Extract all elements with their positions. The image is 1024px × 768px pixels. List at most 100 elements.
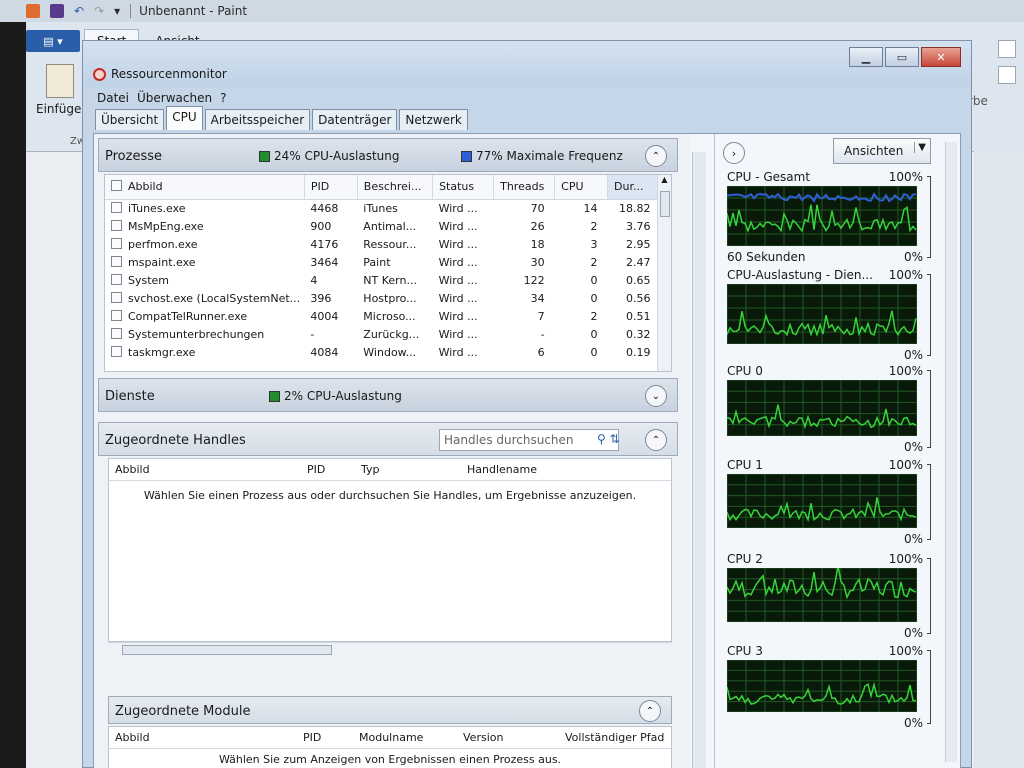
cpu-usage-text: 24% CPU-Auslastung xyxy=(274,149,400,163)
collapse-graphs-button[interactable]: › xyxy=(723,142,745,164)
close-button[interactable]: ✕ xyxy=(921,47,961,67)
graph-bracket xyxy=(927,274,931,356)
modules-column-path[interactable]: Vollständiger Pfad xyxy=(565,731,664,744)
table-row[interactable]: iTunes.exe 4468 iTunes Wird ... 70 14 18.82 xyxy=(105,199,661,217)
views-label: Ansichten xyxy=(844,144,904,158)
process-checkbox[interactable] xyxy=(111,345,122,357)
modules-column-module-name[interactable]: Modulname xyxy=(359,731,423,744)
table-row[interactable]: perfmon.exe 4176 Ressour... Wird ... 18 3 2.95 xyxy=(105,235,661,253)
table-row[interactable]: System 4 NT Kern... Wird ... 122 0 0.65 xyxy=(105,271,661,289)
color-swatch[interactable] xyxy=(998,66,1016,84)
tab-disk[interactable]: Datenträger xyxy=(312,109,398,130)
minimize-button[interactable]: ▁ xyxy=(849,47,883,67)
menu-monitor[interactable]: Überwachen xyxy=(137,91,212,105)
process-pid-cell: 4084 xyxy=(310,345,339,359)
paint-menu-button[interactable]: ▤ ▾ xyxy=(26,30,80,52)
process-checkbox[interactable] xyxy=(111,273,122,285)
modules-header[interactable]: Zugeordnete Module ⌃ xyxy=(108,696,672,724)
process-image-cell: System xyxy=(105,271,304,289)
search-icon[interactable]: ⚲ ⇅ xyxy=(597,432,620,446)
handles-header[interactable]: Zugeordnete Handles Handles durchsuchen … xyxy=(98,422,678,456)
handles-search-input[interactable]: Handles durchsuchen xyxy=(439,429,619,451)
column-header-image[interactable]: Abbild xyxy=(105,175,305,200)
modules-column-pid[interactable]: PID xyxy=(303,731,321,744)
handles-column-image[interactable]: Abbild xyxy=(115,463,150,476)
process-status-cell: Wird ... xyxy=(438,273,478,287)
process-checkbox[interactable] xyxy=(111,201,122,213)
process-description-cell: Ressour... xyxy=(363,237,417,251)
collapse-modules-button[interactable]: ⌃ xyxy=(639,700,661,722)
paint-side-area xyxy=(974,150,1024,768)
graph-min-label: 0% xyxy=(903,250,923,264)
handles-horizontal-scrollbar[interactable] xyxy=(108,642,672,656)
services-header[interactable]: Dienste 2% CPU-Auslastung ⌄ xyxy=(98,378,678,412)
process-cpu-cell: 0 xyxy=(590,291,598,305)
table-row[interactable]: mspaint.exe 3464 Paint Wird ... 30 2 2.47 xyxy=(105,253,661,271)
table-row[interactable]: MsMpEng.exe 900 Antimal... Wird ... 26 2 3.76 xyxy=(105,217,661,235)
paint-colors-group: rbe xyxy=(968,36,1024,152)
handles-column-type[interactable]: Typ xyxy=(361,463,380,476)
table-row[interactable]: taskmgr.exe 4084 Window... Wird ... 6 0 0.19 xyxy=(105,343,661,361)
handles-column-pid[interactable]: PID xyxy=(307,463,325,476)
process-pid-cell: 4004 xyxy=(310,309,339,323)
tab-memory[interactable]: Arbeitsspeicher xyxy=(204,109,311,130)
graphs-scrollbar[interactable] xyxy=(945,142,957,762)
menu-help[interactable]: ? xyxy=(220,91,226,105)
paste-label[interactable]: Einfüge xyxy=(36,102,81,116)
tab-network[interactable]: Netzwerk xyxy=(399,109,468,130)
table-row[interactable]: CompatTelRunner.exe 4004 Microso... Wird ..… xyxy=(105,307,661,325)
left-panel-scrollbar[interactable] xyxy=(692,152,706,768)
column-header-pid[interactable]: PID xyxy=(304,175,358,200)
process-checkbox[interactable] xyxy=(111,291,122,303)
process-pid-cell: 900 xyxy=(310,219,332,233)
tab-overview[interactable]: Übersicht xyxy=(95,109,165,130)
column-header-description[interactable]: Beschrei... xyxy=(357,175,434,200)
color-swatch[interactable] xyxy=(998,40,1016,58)
window-title: Ressourcenmonitor xyxy=(111,67,227,81)
column-header-status[interactable]: Status xyxy=(432,175,495,200)
scrollbar-thumb[interactable] xyxy=(660,191,670,217)
save-icon[interactable] xyxy=(50,4,64,18)
cpu-usage-swatch xyxy=(259,150,270,162)
graph-max-label: 100% xyxy=(888,170,923,184)
collapse-handles-button[interactable]: ⌃ xyxy=(645,429,667,451)
cpu-usage-chart xyxy=(727,380,917,436)
undo-icon[interactable]: ↶ xyxy=(74,4,84,18)
tab-cpu[interactable]: CPU xyxy=(166,106,203,130)
modules-column-image[interactable]: Abbild xyxy=(115,731,150,744)
clipboard-icon[interactable] xyxy=(46,64,74,98)
scroll-up-arrow-icon[interactable]: ▲ xyxy=(658,175,671,184)
column-header-cpu[interactable]: CPU xyxy=(554,175,609,200)
maximize-button[interactable]: ▭ xyxy=(885,47,919,67)
handles-empty-message: Wählen Sie einen Prozess aus oder durchs… xyxy=(143,489,637,502)
views-dropdown-button[interactable]: Ansichten ▼ xyxy=(833,138,931,164)
quick-access-dropdown-icon[interactable]: ▾ xyxy=(114,4,120,18)
processes-scrollbar[interactable]: ▲ xyxy=(657,175,671,371)
scrollbar-thumb[interactable] xyxy=(122,645,332,655)
redo-icon[interactable]: ↷ xyxy=(94,4,104,18)
graph-timespan-label: 60 Sekunden xyxy=(727,250,806,264)
cpu-usage-chart xyxy=(727,568,917,622)
cpu-graph: CPU 1 100% 0% xyxy=(727,458,931,552)
table-row[interactable]: Systemunterbrechungen - Zurückg... Wird ...… xyxy=(105,325,661,343)
expand-services-button[interactable]: ⌄ xyxy=(645,385,667,407)
process-checkbox[interactable] xyxy=(111,237,122,249)
column-header-average-cpu[interactable]: Dur... xyxy=(607,175,661,200)
process-checkbox[interactable] xyxy=(111,255,122,267)
process-image-cell: perfmon.exe xyxy=(105,235,304,253)
process-cpu-cell: 14 xyxy=(583,201,598,215)
graph-title: CPU 1 xyxy=(727,458,763,472)
column-header-threads[interactable]: Threads xyxy=(493,175,556,200)
modules-column-version[interactable]: Version xyxy=(463,731,503,744)
handles-column-name[interactable]: Handlename xyxy=(467,463,537,476)
process-checkbox[interactable] xyxy=(111,309,122,321)
process-checkbox[interactable] xyxy=(111,219,122,231)
table-row[interactable]: svchost.exe (LocalSystemNet... 396 Hostpro… xyxy=(105,289,661,307)
select-all-checkbox[interactable] xyxy=(111,180,122,192)
menu-file[interactable]: Datei xyxy=(97,91,129,105)
process-checkbox[interactable] xyxy=(111,327,122,339)
collapse-processes-button[interactable]: ⌃ xyxy=(645,145,667,167)
processes-header[interactable]: Prozesse 24% CPU-Auslastung 77% Maximale… xyxy=(98,138,678,172)
process-description-cell: Zurückg... xyxy=(363,327,420,341)
paint-app-icon[interactable] xyxy=(26,4,40,18)
